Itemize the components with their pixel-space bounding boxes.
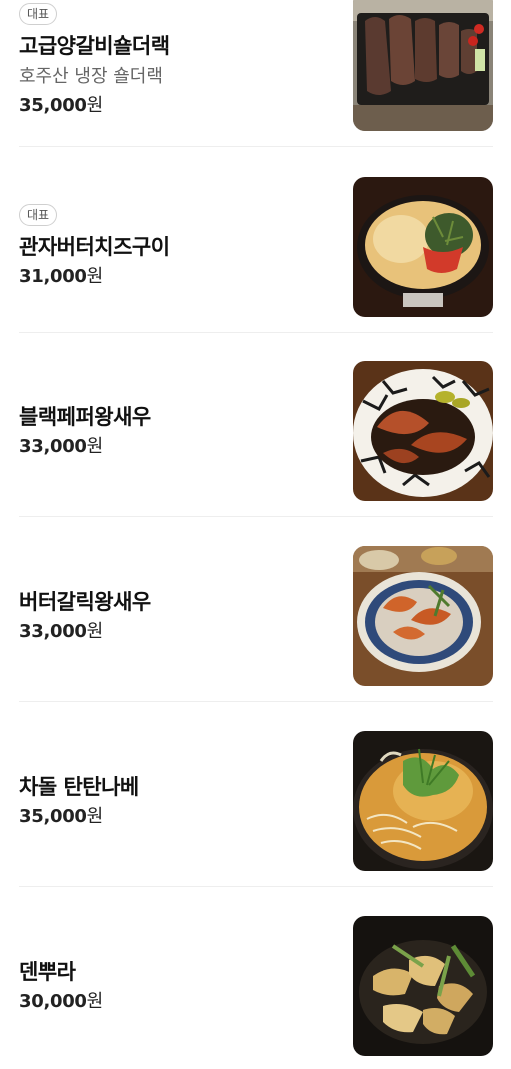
menu-item-name: 덴뿌라 (19, 960, 76, 984)
menu-item-name: 관자버터치즈구이 (19, 235, 170, 259)
price-currency: 원 (86, 266, 104, 287)
divider (19, 886, 493, 887)
menu-item-text: 차돌 탄탄나베 35,000원 (19, 731, 339, 871)
price-value: 30,000 (19, 991, 87, 1012)
price-value: 33,000 (19, 621, 87, 642)
price-value: 31,000 (19, 266, 87, 287)
menu-item-text: 대표 관자버터치즈구이 31,000원 (19, 177, 339, 317)
scallop-butter-cheese-photo[interactable] (353, 177, 493, 317)
menu-item[interactable]: 대표 고급양갈비숄더랙 호주산 냉장 숄더랙 35,000원 (19, 0, 493, 147)
menu-item-price: 31,000원 (19, 264, 339, 290)
menu-item-price: 33,000원 (19, 434, 339, 460)
divider (19, 146, 493, 147)
menu-item-price: 33,000원 (19, 619, 339, 645)
menu-item-text: 대표 고급양갈비숄더랙 호주산 냉장 숄더랙 35,000원 (19, 0, 339, 131)
signature-badge: 대표 (19, 204, 58, 226)
menu-item-text: 덴뿌라 30,000원 (19, 916, 339, 1056)
menu-item-text: 블랙페퍼왕새우 33,000원 (19, 361, 339, 501)
price-currency: 원 (86, 806, 104, 827)
menu-item[interactable]: 대표 관자버터치즈구이 31,000원 (19, 177, 493, 333)
divider (19, 332, 493, 333)
menu-item-price: 35,000원 (19, 804, 339, 830)
menu-item-price: 35,000원 (19, 93, 339, 119)
menu-item-description: 호주산 냉장 숄더랙 (19, 66, 163, 87)
menu-item[interactable]: 버터갈릭왕새우 33,000원 (19, 546, 493, 702)
menu-item-name: 차돌 탄탄나베 (19, 775, 139, 799)
menu-item-name: 블랙페퍼왕새우 (19, 405, 151, 429)
price-currency: 원 (86, 436, 104, 457)
menu-item-price: 30,000원 (19, 989, 339, 1015)
tempura-photo[interactable] (353, 916, 493, 1056)
price-currency: 원 (86, 95, 104, 116)
menu-item[interactable]: 덴뿌라 30,000원 (19, 916, 493, 1056)
butter-garlic-prawn-photo[interactable] (353, 546, 493, 686)
brisket-tantan-nabe-photo[interactable] (353, 731, 493, 871)
black-pepper-prawn-photo[interactable] (353, 361, 493, 501)
menu-item-name: 버터갈릭왕새우 (19, 590, 151, 614)
price-value: 33,000 (19, 436, 87, 457)
menu-item[interactable]: 블랙페퍼왕새우 33,000원 (19, 361, 493, 517)
divider (19, 516, 493, 517)
price-currency: 원 (86, 621, 104, 642)
menu-list: 대표 고급양갈비숄더랙 호주산 냉장 숄더랙 35,000원 대표 관자버터치즈… (0, 0, 511, 1069)
divider (19, 701, 493, 702)
menu-item-text: 버터갈릭왕새우 33,000원 (19, 546, 339, 686)
price-value: 35,000 (19, 95, 87, 116)
price-value: 35,000 (19, 806, 87, 827)
menu-item[interactable]: 차돌 탄탄나베 35,000원 (19, 731, 493, 887)
lamb-shoulder-rack-photo[interactable] (353, 0, 493, 131)
price-currency: 원 (86, 991, 104, 1012)
signature-badge: 대표 (19, 3, 58, 25)
menu-item-name: 고급양갈비숄더랙 (19, 34, 170, 58)
